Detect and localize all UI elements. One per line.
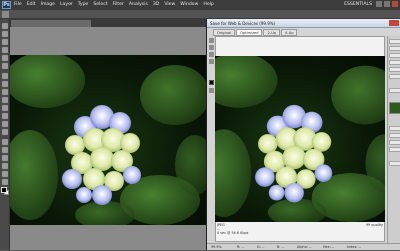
menu-help[interactable]: Help <box>203 1 213 9</box>
window-controls <box>376 1 398 7</box>
menu-view[interactable]: View <box>164 1 175 9</box>
view-tabs: Original Optimized 2-Up 4-Up <box>213 29 298 36</box>
slice-select-tool-icon[interactable] <box>209 45 214 50</box>
tab-original[interactable]: Original <box>213 29 236 36</box>
tab-optimized[interactable]: Optimized <box>236 29 263 36</box>
image-quality-select[interactable] <box>389 147 400 152</box>
history-brush-tool-icon[interactable] <box>2 97 8 103</box>
dodge-tool-icon[interactable] <box>2 129 8 135</box>
path-select-tool-icon[interactable] <box>2 155 8 161</box>
dialog-status-bar: 99.9% R: -- G: -- B: -- Alpha: -- Hex: -… <box>207 243 400 250</box>
color-table-swatch <box>389 102 400 114</box>
app-titlebar: Ps File Edit Image Layer Type Select Fil… <box>0 0 400 10</box>
hydrangea-photo <box>10 55 206 225</box>
brush-tool-icon[interactable] <box>2 81 8 87</box>
eyedropper-color-swatch[interactable] <box>209 80 214 85</box>
healing-tool-icon[interactable] <box>2 73 8 79</box>
matte-select[interactable] <box>389 74 400 79</box>
eyedropper-tool-icon[interactable] <box>209 59 214 64</box>
tab-2-up[interactable]: 2-Up <box>263 29 280 36</box>
gradient-tool-icon[interactable] <box>2 113 8 119</box>
image-size-height-field[interactable] <box>389 133 400 138</box>
metadata-select[interactable] <box>389 88 400 93</box>
menu-layer[interactable]: Layer <box>60 1 73 9</box>
toolbox <box>0 19 10 250</box>
blur-tool-icon[interactable] <box>2 121 8 127</box>
dialog-titlebar: Save for Web & Devices (99.9%) <box>207 19 400 28</box>
pen-tool-icon[interactable] <box>2 139 8 145</box>
menu-filter[interactable]: Filter <box>113 1 124 9</box>
clone-stamp-tool-icon[interactable] <box>2 89 8 95</box>
lasso-tool-icon[interactable] <box>2 39 8 45</box>
hand-tool-icon[interactable] <box>209 38 214 43</box>
document-tab[interactable] <box>11 20 91 27</box>
menu-edit[interactable]: Edit <box>27 1 36 9</box>
move-tool-icon[interactable] <box>2 23 8 29</box>
dialog-toolbox <box>208 36 215 96</box>
shape-tool-icon[interactable] <box>2 163 8 169</box>
menu-select[interactable]: Select <box>93 1 107 9</box>
quality-select[interactable] <box>389 53 400 58</box>
toggle-slices-icon[interactable] <box>209 88 214 93</box>
image-size-width-field[interactable] <box>389 126 400 131</box>
menu-analysis[interactable]: Analysis <box>129 1 148 9</box>
document-canvas[interactable] <box>10 27 206 250</box>
dialog-title: Save for Web & Devices (99.9%) <box>210 21 276 26</box>
save-for-web-dialog: Save for Web & Devices (99.9%) Original … <box>206 19 400 250</box>
menu-type[interactable]: Type <box>78 1 89 9</box>
optimize-settings-panel <box>387 36 400 243</box>
tab-4-up[interactable]: 4-Up <box>280 29 298 36</box>
workspace-switcher[interactable]: ESSENTIALS <box>344 1 372 9</box>
marquee-tool-icon[interactable] <box>2 31 8 37</box>
minimize-icon[interactable] <box>376 1 382 7</box>
menu-bar: File Edit Image Layer Type Select Filter… <box>14 1 214 9</box>
menu-file[interactable]: File <box>14 1 22 9</box>
optimized-preview[interactable] <box>215 56 385 222</box>
current-tool-icon[interactable] <box>2 11 9 18</box>
hydrangea-illustration <box>10 55 206 225</box>
crop-tool-icon[interactable] <box>2 55 8 61</box>
options-bar <box>0 10 400 19</box>
type-tool-icon[interactable] <box>2 147 8 153</box>
hydrangea-preview-illustration <box>215 56 385 222</box>
menu-image[interactable]: Image <box>41 1 55 9</box>
maximize-icon[interactable] <box>384 1 390 7</box>
quick-select-tool-icon[interactable] <box>2 47 8 53</box>
close-icon[interactable] <box>392 1 398 7</box>
eyedropper-tool-icon[interactable] <box>2 63 8 69</box>
optimization-info: JPEG -- 0 sec @ 56.6 Kbps 99 quality <box>217 223 383 239</box>
hand-tool-icon[interactable] <box>2 171 8 177</box>
photoshop-logo: Ps <box>2 1 11 9</box>
close-icon[interactable] <box>389 20 399 26</box>
foreground-color-swatch[interactable] <box>1 187 7 193</box>
eraser-tool-icon[interactable] <box>2 105 8 111</box>
zoom-tool-icon[interactable] <box>2 179 8 185</box>
animation-loop-select[interactable] <box>389 161 400 166</box>
preset-select[interactable] <box>389 39 400 44</box>
zoom-tool-icon[interactable] <box>209 52 214 57</box>
menu-window[interactable]: Window <box>180 1 198 9</box>
image-size-percent-field[interactable] <box>389 140 400 145</box>
document-tabs <box>10 19 206 27</box>
format-select[interactable] <box>389 46 400 51</box>
quality-field[interactable] <box>389 60 400 65</box>
blur-field[interactable] <box>389 67 400 72</box>
file-format-info: JPEG -- 0 sec @ 56.6 Kbps <box>217 223 249 235</box>
quality-info: 99 quality <box>366 223 383 227</box>
menu-3d[interactable]: 3D <box>153 1 159 9</box>
